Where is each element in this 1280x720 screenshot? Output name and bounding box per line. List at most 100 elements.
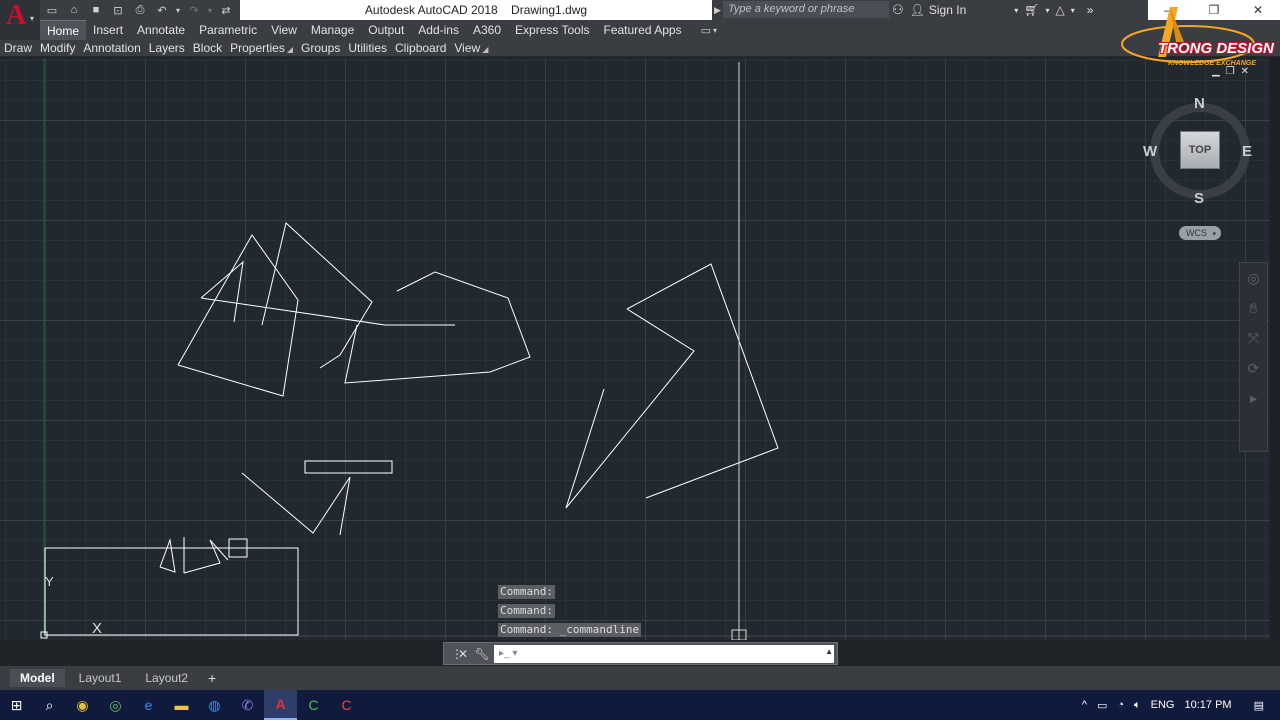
clock[interactable]: 10:17 PM (1185, 699, 1232, 711)
polyline-shape-3[interactable] (200, 297, 455, 326)
tab-express-tools[interactable]: Express Tools (508, 20, 596, 40)
panel-groups[interactable]: Groups (297, 41, 344, 55)
autocad-taskbar-icon[interactable]: A (264, 690, 297, 720)
app-name: Autodesk AutoCAD 2018 (364, 3, 498, 17)
tab-parametric[interactable]: Parametric (192, 20, 264, 40)
redo-icon[interactable]: ↷ (184, 1, 204, 19)
panel-view[interactable]: View ◢ (450, 41, 492, 55)
panel-clipboard[interactable]: Clipboard (391, 41, 450, 55)
undo-dropdown-icon[interactable]: ▾ (174, 1, 182, 19)
volume-icon[interactable]: 🔈︎ (1134, 699, 1141, 712)
chevron-down-icon[interactable]: ▾ (1071, 6, 1075, 15)
panel-modify[interactable]: Modify (36, 41, 79, 55)
new-icon[interactable]: ▭ (42, 1, 62, 19)
open-icon[interactable]: ⌂ (64, 1, 84, 19)
search-expand-icon[interactable]: ▶ (712, 0, 723, 20)
undo-icon[interactable]: ↶ (152, 1, 172, 19)
tab-output[interactable]: Output (361, 20, 411, 40)
panel-annotation[interactable]: Annotation (79, 41, 144, 55)
rectangle-shape-2[interactable] (44, 547, 299, 636)
showmotion-icon[interactable]: ▸ (1240, 383, 1267, 413)
search-input[interactable]: Type a keyword or phrase (723, 1, 889, 18)
polyline-shape-10[interactable] (183, 539, 229, 574)
battery-icon[interactable]: ▭ (1097, 699, 1107, 712)
tab-manage[interactable]: Manage (304, 20, 361, 40)
compass-west[interactable]: W (1143, 143, 1157, 160)
ribbon-display-toggle[interactable]: ▭ ▾ (701, 24, 717, 37)
polyline-shape-1[interactable] (177, 234, 299, 397)
chevron-down-icon[interactable]: ▾ (1046, 6, 1050, 15)
windows-start-icon[interactable]: ⊞ (0, 690, 33, 720)
chrome-icon[interactable]: ◉ (66, 690, 99, 720)
language-indicator[interactable]: ENG (1151, 699, 1175, 711)
chevron-up-icon[interactable]: ^ (1082, 699, 1087, 711)
tab-home[interactable]: Home (40, 20, 87, 40)
search-icon[interactable]: ⌕ (33, 690, 66, 720)
polyline-shape-7[interactable] (565, 308, 695, 509)
drawing-area[interactable]: ▁ ❐ ✕ (0, 58, 1270, 640)
steering-wheel-icon[interactable]: ◎ (1240, 263, 1267, 293)
viber-icon[interactable]: ✆ (231, 690, 264, 720)
tab-featured-apps[interactable]: Featured Apps (597, 20, 689, 40)
tab-add-ins[interactable]: Add-ins (411, 20, 466, 40)
file-explorer-icon[interactable]: ▬ (165, 690, 198, 720)
quick-access-toolbar: ▭ ⌂ ■ ⊡ ⎙ ↶ ▾ ↷ ▾ ⇄ ▾ (42, 0, 258, 20)
sign-in-button[interactable]: 👤︎ Sign In ▾ (910, 3, 1019, 17)
panel-draw[interactable]: Draw (0, 41, 36, 55)
ribbon-minimize-icon: ▭ (700, 24, 711, 37)
panel-properties[interactable]: Properties ◢ (226, 41, 297, 55)
polyline-shape-5[interactable] (344, 271, 531, 384)
tab-insert[interactable]: Insert (86, 20, 130, 40)
save-as-icon[interactable]: ⊡ (108, 1, 128, 19)
tab-annotate[interactable]: Annotate (130, 20, 192, 40)
rectangle-shape-1[interactable] (304, 460, 393, 474)
command-prompt-icon[interactable]: ▸_ ▾ (499, 648, 517, 659)
polyline-shape-9[interactable] (159, 538, 176, 573)
save-icon[interactable]: ■ (86, 1, 106, 19)
layout-tab-bar: Model Layout1 Layout2 + (0, 666, 1280, 690)
edge-icon[interactable]: e (132, 690, 165, 720)
zalo-icon[interactable]: ◍ (198, 690, 231, 720)
browser-icon[interactable]: ◎ (99, 690, 132, 720)
viewcube[interactable]: TOP N S E W (1140, 95, 1260, 207)
polyline-shape-4[interactable] (261, 222, 373, 369)
recorder-icon[interactable]: C (330, 690, 363, 720)
panel-layers[interactable]: Layers (145, 41, 189, 55)
pan-icon[interactable]: ✋︎ (1240, 293, 1267, 323)
drawing-canvas[interactable] (0, 58, 1270, 640)
binoculars-icon[interactable]: ⚇ (892, 2, 904, 18)
compass-east[interactable]: E (1242, 143, 1252, 160)
a360-icon[interactable]: △ (1056, 3, 1065, 17)
tab-model[interactable]: Model (10, 669, 65, 687)
add-layout-icon[interactable]: + (202, 670, 222, 686)
command-input[interactable] (494, 645, 834, 663)
plot-icon[interactable]: ⎙ (130, 1, 150, 19)
tab-a360[interactable]: A360 (466, 20, 508, 40)
network-icon[interactable]: ◔ (1117, 699, 1124, 711)
panel-block[interactable]: Block (189, 41, 226, 55)
zoom-extents-icon[interactable]: ⤧ (1240, 323, 1267, 353)
wcs-menu-button[interactable]: WCS ▾ (1179, 226, 1221, 240)
viewcube-top-face[interactable]: TOP (1180, 131, 1220, 169)
notification-icon[interactable]: ▤ (1254, 699, 1264, 712)
panel-utilities[interactable]: Utilities (344, 41, 391, 55)
compass-south[interactable]: S (1194, 190, 1204, 207)
command-history-toggle-icon[interactable]: ▲ (825, 647, 833, 656)
sign-in-label: Sign In (928, 3, 967, 17)
orbit-icon[interactable]: ⟳ (1240, 353, 1267, 383)
camtasia-icon[interactable]: C (297, 690, 330, 720)
ribbon-tab-bar: Home Insert Annotate Parametric View Man… (40, 20, 1280, 40)
help-icon[interactable]: » (1087, 3, 1094, 17)
redo-dropdown-icon[interactable]: ▾ (206, 1, 214, 19)
polyline-shape-6[interactable] (626, 263, 779, 499)
workspace-icon[interactable]: ⇄ (216, 1, 236, 19)
application-menu-button[interactable]: A ▾ (0, 0, 40, 40)
tab-layout2[interactable]: Layout2 (135, 669, 198, 687)
cart-icon[interactable]: 🛒︎ (1024, 3, 1039, 17)
polyline-shape-8[interactable] (241, 472, 351, 536)
wrench-icon[interactable]: 🔧︎ (473, 646, 491, 662)
close-icon[interactable]: ✕ (454, 646, 472, 662)
tab-layout1[interactable]: Layout1 (69, 669, 132, 687)
compass-north[interactable]: N (1194, 95, 1205, 112)
tab-view[interactable]: View (264, 20, 304, 40)
